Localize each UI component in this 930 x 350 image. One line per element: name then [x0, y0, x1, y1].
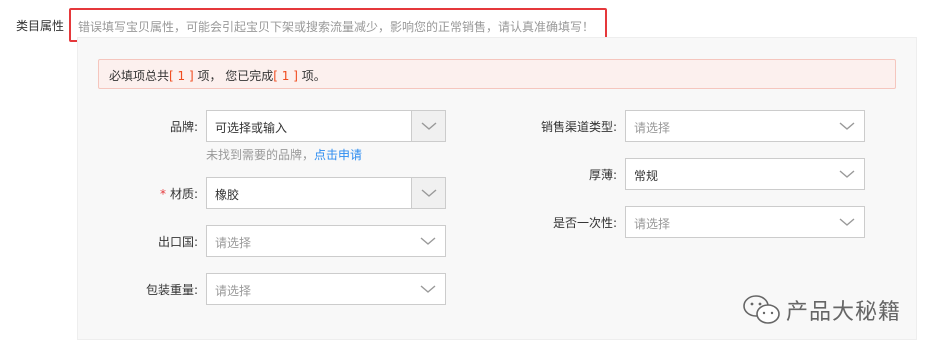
material-label-text: 材质:	[169, 187, 198, 201]
material-label: * 材质:	[140, 185, 198, 202]
notice-text: 必填项总共[ 1 ] 项， 您已完成[ 1 ] 项。	[109, 67, 326, 84]
material-value[interactable]: 橡胶	[215, 186, 239, 203]
warning-text: 错误填写宝贝属性，可能会引起宝贝下架或搜索流量减少，影响您的正常销售，请认真准确…	[78, 20, 595, 34]
apply-brand-link[interactable]: 点击申请	[314, 148, 362, 162]
chevron-down-icon[interactable]	[411, 111, 445, 141]
chevron-down-icon[interactable]	[830, 159, 864, 189]
thickness-select[interactable]: 常规	[625, 158, 865, 190]
notice-middle: 项， 您已完成	[193, 69, 274, 83]
sales-channel-label: 销售渠道类型:	[540, 120, 617, 134]
required-star: *	[159, 187, 166, 201]
thickness-label: 厚薄:	[588, 168, 617, 182]
chevron-down-icon[interactable]	[411, 274, 445, 304]
section-label: 类目属性	[16, 19, 65, 33]
material-select[interactable]: 橡胶	[206, 177, 446, 209]
export-country-value[interactable]: 请选择	[215, 234, 251, 251]
disposable-label: 是否一次性:	[552, 216, 617, 230]
brand-value[interactable]: 可选择或输入	[215, 119, 287, 136]
sales-channel-value[interactable]: 请选择	[634, 119, 670, 136]
brand-label: 品牌:	[169, 120, 198, 134]
notice-prefix: 必填项总共	[109, 69, 170, 83]
watermark-text: 产品大秘籍	[786, 300, 902, 325]
export-country-label: 出口国:	[157, 235, 198, 249]
sales-channel-select[interactable]: 请选择	[625, 110, 865, 142]
chevron-down-icon[interactable]	[830, 207, 864, 237]
thickness-value[interactable]: 常规	[634, 167, 658, 184]
package-weight-value[interactable]: 请选择	[215, 282, 251, 299]
disposable-value[interactable]: 请选择	[634, 215, 670, 232]
wechat-icon	[742, 294, 782, 329]
chevron-down-icon[interactable]	[830, 111, 864, 141]
package-weight-select[interactable]: 请选择	[206, 273, 446, 305]
brand-hint: 未找到需要的品牌，点击申请	[206, 146, 362, 163]
brand-select[interactable]: 可选择或输入	[206, 110, 446, 142]
notice-total: [ 1 ]	[169, 69, 194, 83]
required-notice: 必填项总共[ 1 ] 项， 您已完成[ 1 ] 项。	[98, 59, 896, 89]
notice-done: [ 1 ]	[273, 69, 298, 83]
brand-hint-text: 未找到需要的品牌，	[206, 148, 315, 162]
notice-suffix: 项。	[297, 69, 326, 83]
chevron-down-icon[interactable]	[411, 226, 445, 256]
export-country-select[interactable]: 请选择	[206, 225, 446, 257]
chevron-down-icon[interactable]	[411, 178, 445, 208]
package-weight-label: 包装重量:	[145, 283, 198, 297]
disposable-select[interactable]: 请选择	[625, 206, 865, 238]
